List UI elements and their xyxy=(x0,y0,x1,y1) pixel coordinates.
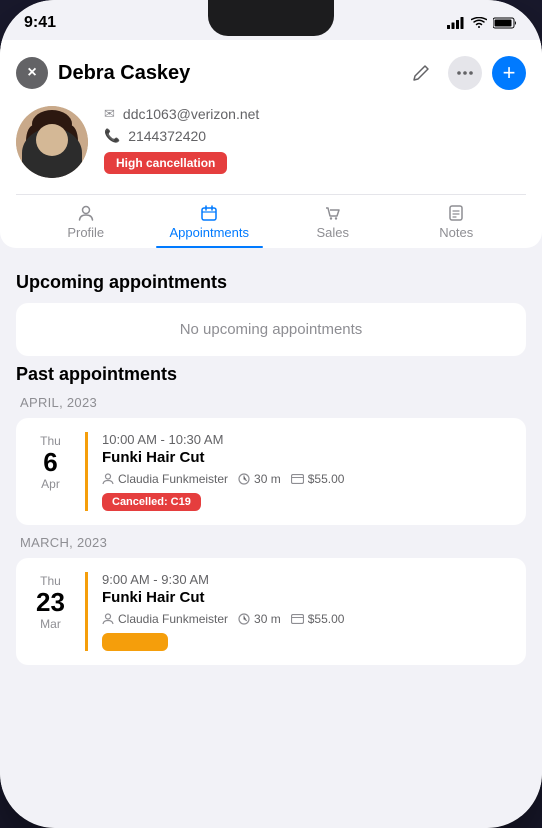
appt-details-march: 9:00 AM - 9:30 AM Funki Hair Cut Claudia… xyxy=(102,572,512,651)
edit-button[interactable] xyxy=(404,56,438,90)
duration-april: 30 m xyxy=(238,472,281,486)
phone-icon: 📞 xyxy=(104,128,120,144)
tab-sales[interactable]: Sales xyxy=(271,195,395,248)
price-march: $55.00 xyxy=(291,612,345,626)
customer-phone: 2144372420 xyxy=(128,128,206,144)
avatar xyxy=(16,106,88,178)
price-april: $55.00 xyxy=(291,472,345,486)
past-title: Past appointments xyxy=(16,364,526,385)
notes-icon xyxy=(448,205,464,221)
staff-icon-april xyxy=(102,473,114,485)
tab-notes[interactable]: Notes xyxy=(395,195,519,248)
edit-icon xyxy=(412,64,430,82)
month-label-march: MARCH, 2023 xyxy=(16,535,526,550)
avatar-svg xyxy=(16,106,88,178)
phone-frame: 9:41 xyxy=(0,0,542,828)
staff-march: Claudia Funkmeister xyxy=(102,612,228,626)
sales-icon xyxy=(325,205,341,221)
status-time: 9:41 xyxy=(24,14,56,32)
header-top: × Debra Caskey xyxy=(16,56,526,90)
customer-email: ddc1063@verizon.net xyxy=(123,106,259,122)
customer-name: Debra Caskey xyxy=(58,62,404,85)
clock-icon-april xyxy=(238,473,250,485)
email-icon: ✉ xyxy=(104,106,115,122)
upcoming-section: Upcoming appointments No upcoming appoin… xyxy=(0,256,542,364)
battery-icon xyxy=(493,17,518,29)
appt-details-april: 10:00 AM - 10:30 AM Funki Hair Cut Claud… xyxy=(102,432,512,511)
month-apr: Apr xyxy=(41,477,60,491)
upcoming-title: Upcoming appointments xyxy=(16,272,526,293)
close-button[interactable]: × xyxy=(16,57,48,89)
appt-name-march: Funki Hair Cut xyxy=(102,589,512,606)
date-col-march: Thu 23 Mar xyxy=(16,572,88,651)
date-col-april: Thu 6 Apr xyxy=(16,432,88,511)
cancellation-badge: High cancellation xyxy=(104,152,227,174)
month-label-april: APRIL, 2023 xyxy=(16,395,526,410)
profile-icon xyxy=(78,205,94,221)
phone-row: 📞 2144372420 xyxy=(104,128,526,144)
appointment-card-march: Thu 23 Mar 9:00 AM - 9:30 AM Funki Hair … xyxy=(16,558,526,665)
month-mar: Mar xyxy=(40,617,61,631)
more-icon xyxy=(457,71,473,75)
day-num-march: 23 xyxy=(36,588,65,617)
price-icon-march xyxy=(291,614,304,624)
tab-profile[interactable]: Profile xyxy=(24,195,148,248)
add-button[interactable]: + xyxy=(492,56,526,90)
no-upcoming-text: No upcoming appointments xyxy=(180,321,363,338)
day-num-april: 6 xyxy=(43,448,57,477)
no-upcoming-card: No upcoming appointments xyxy=(16,303,526,356)
clock-icon-march xyxy=(238,613,250,625)
tab-bar: Profile Appointments xyxy=(16,194,526,248)
staff-april: Claudia Funkmeister xyxy=(102,472,228,486)
content-area: × Debra Caskey xyxy=(0,40,542,816)
appointment-card-april: Thu 6 Apr 10:00 AM - 10:30 AM Funki Hair… xyxy=(16,418,526,525)
past-section: Past appointments APRIL, 2023 Thu 6 Apr … xyxy=(0,364,542,691)
wifi-icon xyxy=(471,17,487,29)
notch xyxy=(208,0,334,36)
tab-sales-label: Sales xyxy=(316,225,349,240)
tab-notes-label: Notes xyxy=(439,225,473,240)
day-name-april: Thu xyxy=(40,434,61,448)
duration-march: 30 m xyxy=(238,612,281,626)
staff-icon-march xyxy=(102,613,114,625)
more-button[interactable] xyxy=(448,56,482,90)
tab-appointments[interactable]: Appointments xyxy=(148,195,272,248)
appt-time-march: 9:00 AM - 9:30 AM xyxy=(102,572,512,587)
status-icons xyxy=(447,17,518,29)
tab-profile-label: Profile xyxy=(67,225,104,240)
price-icon-april xyxy=(291,474,304,484)
day-name-march: Thu xyxy=(40,574,61,588)
header-actions: + xyxy=(404,56,526,90)
status-badge-march xyxy=(102,633,168,651)
email-row: ✉ ddc1063@verizon.net xyxy=(104,106,526,122)
signal-icon xyxy=(447,17,465,29)
contact-info: ✉ ddc1063@verizon.net 📞 2144372420 High … xyxy=(104,106,526,174)
cancelled-badge-april: Cancelled: C19 xyxy=(102,493,201,511)
tab-appointments-label: Appointments xyxy=(170,225,250,240)
appointments-icon xyxy=(201,205,217,221)
appt-time-april: 10:00 AM - 10:30 AM xyxy=(102,432,512,447)
header-card: × Debra Caskey xyxy=(0,40,542,248)
appt-meta-march: Claudia Funkmeister 30 m xyxy=(102,612,512,626)
profile-section: ✉ ddc1063@verizon.net 📞 2144372420 High … xyxy=(16,106,526,178)
avatar-image xyxy=(16,106,88,178)
appt-meta-april: Claudia Funkmeister 30 m xyxy=(102,472,512,486)
appt-name-april: Funki Hair Cut xyxy=(102,449,512,466)
phone-screen: 9:41 xyxy=(0,0,542,828)
